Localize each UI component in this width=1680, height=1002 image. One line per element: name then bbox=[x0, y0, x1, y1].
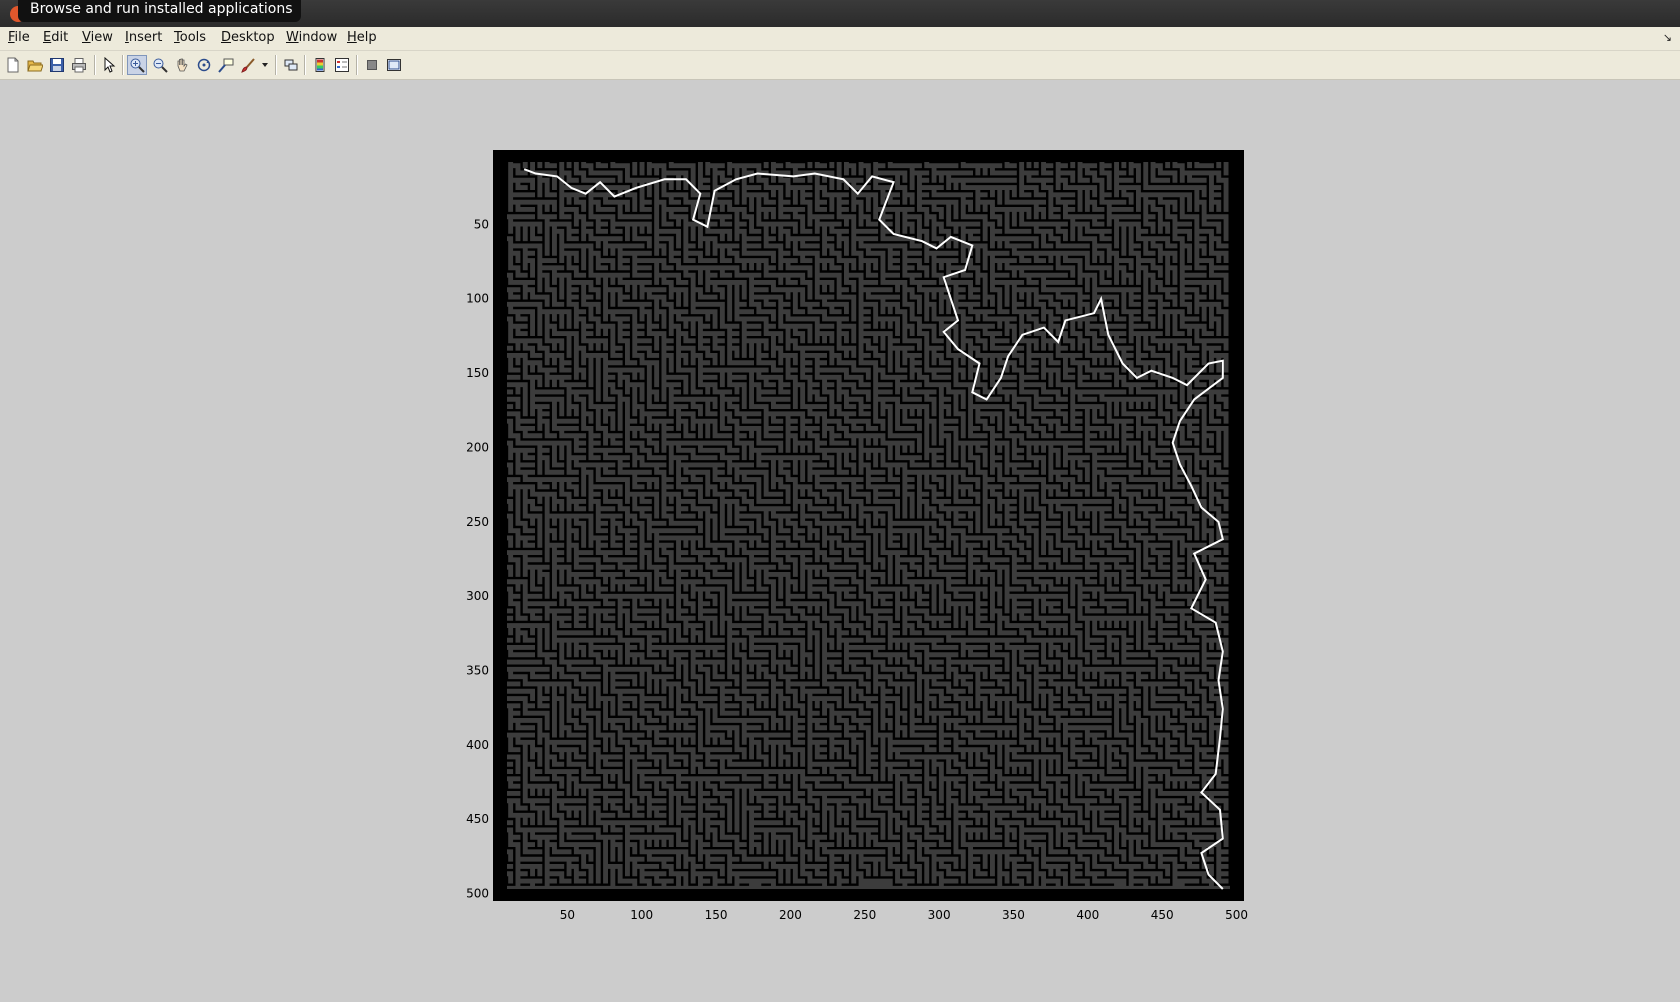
menu-tools[interactable]: Tools bbox=[174, 30, 206, 45]
zoom-in-icon[interactable] bbox=[127, 55, 147, 75]
figure-toolbar bbox=[0, 51, 1680, 80]
menu-help[interactable]: Help bbox=[347, 30, 377, 45]
menu-file[interactable]: File bbox=[8, 30, 30, 45]
x-tick-label: 300 bbox=[928, 908, 951, 922]
dropdown-arrow-icon[interactable] bbox=[258, 55, 272, 75]
maze-image bbox=[493, 150, 1244, 901]
rotate-3d-icon[interactable] bbox=[194, 55, 214, 75]
save-icon[interactable] bbox=[47, 55, 67, 75]
pan-hand-icon[interactable] bbox=[172, 55, 192, 75]
new-figure-icon[interactable] bbox=[3, 55, 23, 75]
hide-plot-tools-icon[interactable] bbox=[362, 55, 382, 75]
menu-edit[interactable]: Edit bbox=[43, 30, 68, 45]
brush-icon[interactable] bbox=[238, 55, 258, 75]
toolbar-separator bbox=[122, 55, 124, 75]
y-tick-label: 450 bbox=[466, 812, 489, 826]
y-tick-label: 150 bbox=[466, 366, 489, 380]
x-tick-label: 200 bbox=[779, 908, 802, 922]
applications-tooltip: Browse and run installed applications bbox=[18, 0, 301, 22]
open-file-icon[interactable] bbox=[25, 55, 45, 75]
zoom-out-icon[interactable] bbox=[150, 55, 170, 75]
toolbar-separator bbox=[304, 55, 306, 75]
y-tick-label: 350 bbox=[466, 663, 489, 677]
x-tick-label: 250 bbox=[853, 908, 876, 922]
figure-canvas[interactable]: 50 100 150 200 250 300 350 400 450 500 50 100 150 200… bbox=[0, 80, 1680, 1002]
menu-bar: ↘ File Edit View Insert Tools Desktop Window He… bbox=[0, 27, 1680, 51]
x-tick-label: 350 bbox=[1002, 908, 1025, 922]
axes[interactable]: 50 100 150 200 250 300 350 400 450 500 50 100 150 200… bbox=[0, 80, 1680, 1002]
y-tick-label: 50 bbox=[474, 217, 489, 231]
y-tick-label: 100 bbox=[466, 292, 489, 306]
show-plot-tools-icon[interactable] bbox=[384, 55, 404, 75]
colorbar-icon[interactable] bbox=[310, 55, 330, 75]
y-tick-label: 200 bbox=[466, 440, 489, 454]
menu-view[interactable]: View bbox=[82, 30, 113, 45]
x-tick-label: 50 bbox=[560, 908, 575, 922]
toolbar-separator bbox=[356, 55, 358, 75]
y-tick-label: 250 bbox=[466, 515, 489, 529]
y-tick-label: 300 bbox=[466, 589, 489, 603]
print-icon[interactable] bbox=[69, 55, 89, 75]
x-tick-label: 450 bbox=[1151, 908, 1174, 922]
x-tick-label: 100 bbox=[630, 908, 653, 922]
y-tick-label: 400 bbox=[466, 738, 489, 752]
menu-desktop[interactable]: Desktop bbox=[221, 30, 275, 45]
toolbar-separator bbox=[275, 55, 277, 75]
select-arrow-icon[interactable] bbox=[99, 55, 119, 75]
y-tick-label: 500 bbox=[466, 887, 489, 901]
data-cursor-icon[interactable] bbox=[216, 55, 236, 75]
toolbar-separator bbox=[94, 55, 96, 75]
dock-figure-icon[interactable]: ↘ bbox=[1663, 31, 1672, 44]
x-tick-label: 400 bbox=[1076, 908, 1099, 922]
menu-window[interactable]: Window bbox=[286, 30, 337, 45]
menu-insert[interactable]: Insert bbox=[125, 30, 162, 45]
x-tick-label: 150 bbox=[705, 908, 728, 922]
link-plot-icon[interactable] bbox=[281, 55, 301, 75]
x-tick-label: 500 bbox=[1225, 908, 1248, 922]
window-titlebar: Browse and run installed applications bbox=[0, 0, 1680, 27]
legend-icon[interactable] bbox=[332, 55, 352, 75]
